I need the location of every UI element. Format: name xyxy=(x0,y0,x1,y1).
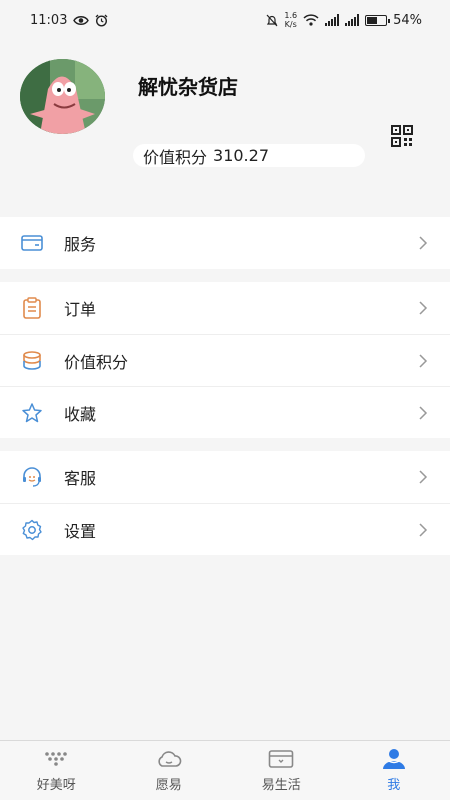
chevron-right-icon xyxy=(419,522,428,537)
net-speed-unit: K/s xyxy=(284,20,297,29)
menu-label-favorites: 收藏 xyxy=(64,404,97,424)
points-label: 价值积分 xyxy=(143,147,208,167)
signal-4g-icon xyxy=(345,14,360,26)
net-speed-value: 1.6 xyxy=(284,11,298,20)
avatar[interactable] xyxy=(20,59,105,134)
alarm-icon xyxy=(96,14,108,27)
star-icon xyxy=(20,401,44,425)
coin-stack-icon xyxy=(20,349,44,373)
headset-icon xyxy=(20,465,44,489)
menu-label-customer-service: 客服 xyxy=(64,469,97,488)
tab-haomeiya[interactable]: 好美呀 xyxy=(0,741,113,800)
chevron-right-icon xyxy=(419,353,428,368)
cloud-icon xyxy=(156,747,182,771)
gear-icon xyxy=(20,518,44,542)
status-right: 1.6 K/s 54% xyxy=(266,11,422,29)
person-icon xyxy=(381,747,407,771)
status-time: 11:03 xyxy=(30,12,68,28)
battery-percent: 54% xyxy=(393,12,422,28)
tab-label-haomeiya: 好美呀 xyxy=(36,778,76,793)
mute-bell-icon xyxy=(266,14,278,26)
menu-item-service[interactable]: 服务 xyxy=(0,217,450,269)
clipboard-icon xyxy=(20,296,44,320)
chevron-right-icon xyxy=(419,236,428,250)
wifi-icon xyxy=(303,14,319,26)
qr-code-icon[interactable] xyxy=(391,125,413,147)
menu-group-support: 客服 设置 xyxy=(0,451,450,555)
card-icon xyxy=(268,747,294,771)
username: 解忧杂货店 xyxy=(138,75,238,99)
profile-header: 解忧杂货店 价值积分 310.27 xyxy=(0,40,450,175)
menu-item-orders[interactable]: 订单 xyxy=(0,282,450,334)
tab-yuanyi[interactable]: 愿易 xyxy=(113,741,226,800)
menu-group-service: 服务 xyxy=(0,217,450,269)
chevron-right-icon xyxy=(419,470,428,484)
tab-me[interactable]: 我 xyxy=(338,741,450,800)
dots-triangle-icon xyxy=(43,747,69,771)
menu-item-settings[interactable]: 设置 xyxy=(0,503,450,555)
tab-label-yuanyi: 愿易 xyxy=(155,778,182,793)
menu-label-settings: 设置 xyxy=(64,521,97,541)
chevron-right-icon xyxy=(419,405,428,420)
bottom-tab-bar: 好美呀 愿易 易生活 我 xyxy=(0,740,450,800)
chevron-right-icon xyxy=(419,301,428,315)
signal-5g-icon xyxy=(325,14,340,26)
net-speed: 1.6 K/s xyxy=(284,11,297,29)
eye-icon xyxy=(73,15,90,25)
menu-label-points: 价值积分 xyxy=(64,352,129,372)
battery-icon xyxy=(365,14,391,26)
points-value: 310.27 xyxy=(213,146,269,165)
tab-yishenghuo[interactable]: 易生活 xyxy=(225,741,338,800)
avatar-image xyxy=(20,59,105,134)
menu-group-orders: 订单 价值积分 收藏 xyxy=(0,282,450,438)
menu-item-favorites[interactable]: 收藏 xyxy=(0,386,450,438)
tab-label-yishenghuo: 易生活 xyxy=(261,778,301,793)
wallet-icon xyxy=(20,231,44,255)
tab-label-me: 我 xyxy=(387,778,401,793)
status-left: 11:03 xyxy=(30,13,108,28)
menu-item-customer-service[interactable]: 客服 xyxy=(0,451,450,503)
status-bar: 11:03 1.6 K/s 54% xyxy=(0,0,450,40)
menu-label-orders: 订单 xyxy=(64,300,97,319)
menu-label-service: 服务 xyxy=(64,235,97,254)
menu-item-points[interactable]: 价值积分 xyxy=(0,334,450,386)
points-pill[interactable]: 价值积分 310.27 xyxy=(133,144,365,167)
